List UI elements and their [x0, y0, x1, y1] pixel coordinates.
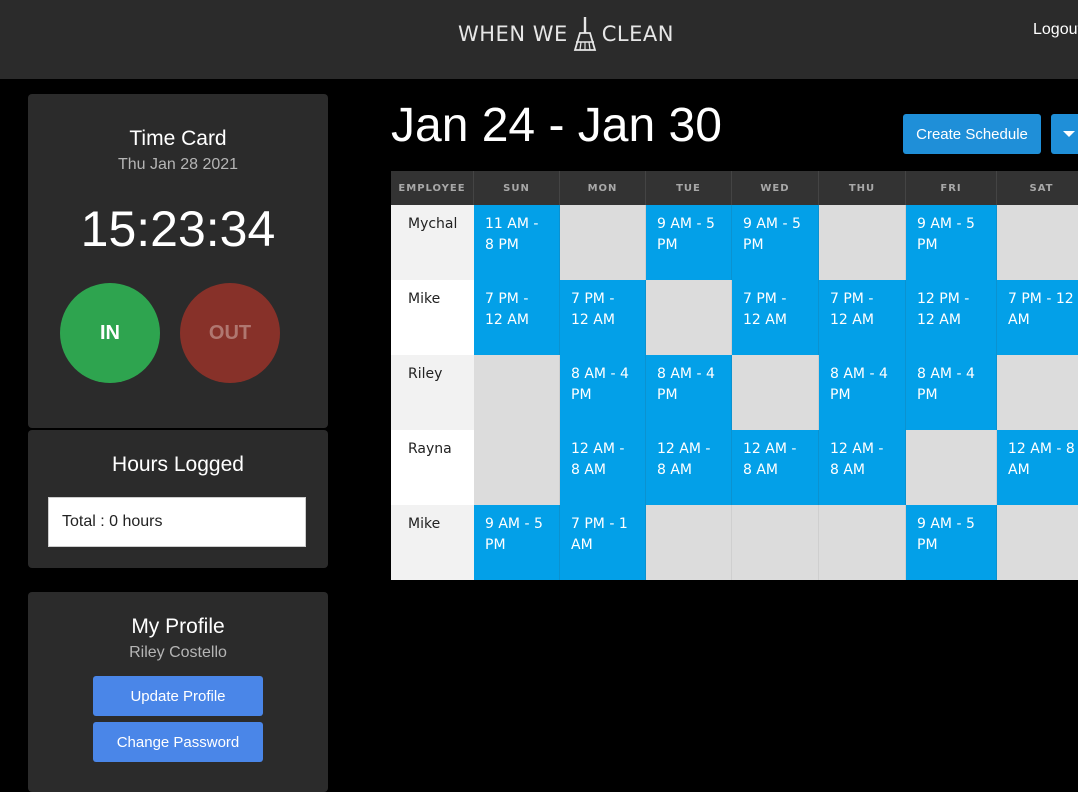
column-header-thu: THU — [819, 171, 906, 205]
empty-shift-cell[interactable] — [646, 505, 732, 580]
time-card-panel: Time Card Thu Jan 28 2021 15:23:34 IN OU… — [28, 94, 328, 428]
shift-cell[interactable]: 9 AM - 5 PM — [474, 505, 560, 580]
empty-shift-cell[interactable] — [474, 355, 560, 430]
clock-in-button[interactable]: IN — [60, 283, 160, 383]
shift-cell[interactable]: 7 PM - 12 AM — [732, 280, 819, 355]
shift-cell[interactable]: 8 AM - 4 PM — [906, 355, 997, 430]
hours-logged-title: Hours Logged — [112, 453, 244, 476]
shift-cell[interactable]: 9 AM - 5 PM — [646, 205, 732, 280]
employee-name: Mike — [391, 280, 474, 355]
shift-cell[interactable]: 8 AM - 4 PM — [560, 355, 646, 430]
empty-shift-cell[interactable] — [819, 505, 906, 580]
shift-cell[interactable]: 12 AM - 8 AM — [732, 430, 819, 505]
profile-title: My Profile — [131, 615, 225, 638]
total-hours-field: Total : 0 hours — [48, 497, 306, 547]
employee-name: Mychal — [391, 205, 474, 280]
shift-cell[interactable]: 11 AM - 8 PM — [474, 205, 560, 280]
change-password-button[interactable]: Change Password — [93, 722, 263, 762]
shift-cell[interactable]: 12 AM - 8 AM — [819, 430, 906, 505]
shift-cell[interactable]: 9 AM - 5 PM — [732, 205, 819, 280]
shift-cell[interactable]: 9 AM - 5 PM — [906, 205, 997, 280]
caret-down-icon — [1063, 131, 1075, 137]
clock-display: 15:23:34 — [80, 201, 276, 257]
column-header-tue: TUE — [646, 171, 732, 205]
update-profile-button[interactable]: Update Profile — [93, 676, 263, 716]
shift-cell[interactable]: 8 AM - 4 PM — [819, 355, 906, 430]
hours-logged-panel: Hours Logged Total : 0 hours — [28, 430, 328, 568]
shift-cell[interactable]: 7 PM - 1 AM — [560, 505, 646, 580]
empty-shift-cell[interactable] — [819, 205, 906, 280]
employee-name: Riley — [391, 355, 474, 430]
broom-icon — [573, 17, 596, 51]
shift-cell[interactable]: 9 AM - 5 PM — [906, 505, 997, 580]
column-header-fri: FRI — [906, 171, 997, 205]
empty-shift-cell[interactable] — [474, 430, 560, 505]
shift-cell[interactable]: 7 PM - 12 AM — [819, 280, 906, 355]
column-header-sat: SAT — [997, 171, 1078, 205]
profile-panel: My Profile Riley Costello Update Profile… — [28, 592, 328, 792]
empty-shift-cell[interactable] — [732, 505, 819, 580]
time-card-title: Time Card — [129, 127, 227, 150]
empty-shift-cell[interactable] — [997, 355, 1078, 430]
shift-cell[interactable]: 7 PM - 12 AM — [560, 280, 646, 355]
column-header-sun: SUN — [474, 171, 560, 205]
shift-cell[interactable]: 7 PM - 12 AM — [474, 280, 560, 355]
week-range-title: Jan 24 - Jan 30 — [391, 99, 722, 152]
empty-shift-cell[interactable] — [906, 430, 997, 505]
empty-shift-cell[interactable] — [646, 280, 732, 355]
time-card-date: Thu Jan 28 2021 — [117, 156, 239, 173]
shift-cell[interactable]: 12 AM - 8 AM — [646, 430, 732, 505]
employee-name: Mike — [391, 505, 474, 580]
shift-cell[interactable]: 8 AM - 4 PM — [646, 355, 732, 430]
profile-name: Riley Costello — [129, 644, 227, 661]
empty-shift-cell[interactable] — [997, 505, 1078, 580]
logout-link[interactable]: Logout — [1033, 21, 1078, 39]
column-header-employee: EMPLOYEE — [391, 171, 474, 205]
empty-shift-cell[interactable] — [997, 205, 1078, 280]
clock-out-button[interactable]: OUT — [180, 283, 280, 383]
create-schedule-button[interactable]: Create Schedule — [903, 114, 1041, 154]
logo-text-left: WHEN WE — [458, 22, 568, 46]
empty-shift-cell[interactable] — [732, 355, 819, 430]
employee-name: Rayna — [391, 430, 474, 505]
logo-text-right: CLEAN — [601, 22, 674, 46]
schedule-options-dropdown[interactable] — [1051, 114, 1078, 154]
shift-cell[interactable]: 12 PM - 12 AM — [906, 280, 997, 355]
shift-cell[interactable]: 12 AM - 8 AM — [997, 430, 1078, 505]
shift-cell[interactable]: 12 AM - 8 AM — [560, 430, 646, 505]
app-logo[interactable]: WHEN WE CLEAN — [458, 16, 674, 52]
top-navbar: WHEN WE CLEAN Logout — [0, 0, 1078, 79]
column-header-mon: MON — [560, 171, 646, 205]
shift-cell[interactable]: 7 PM - 12 AM — [997, 280, 1078, 355]
column-header-wed: WED — [732, 171, 819, 205]
empty-shift-cell[interactable] — [560, 205, 646, 280]
